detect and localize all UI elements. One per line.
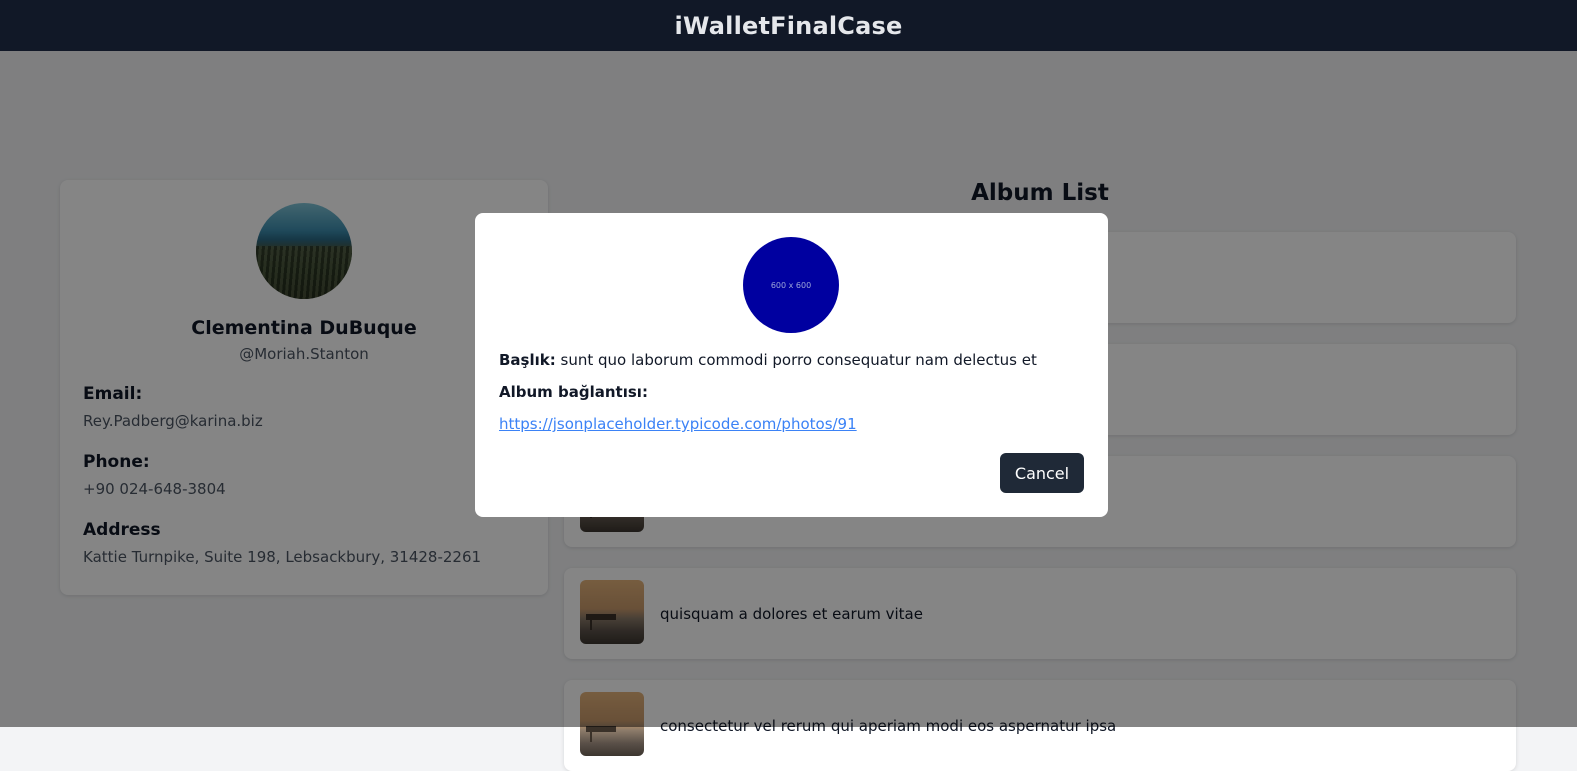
app-title: iWalletFinalCase — [674, 11, 903, 40]
cancel-button[interactable]: Cancel — [1000, 453, 1084, 493]
photo-detail-modal: 600 x 600 Başlık: sunt quo laborum commo… — [475, 213, 1108, 517]
photo-image: 600 x 600 — [743, 237, 839, 333]
photo-title-row: Başlık: sunt quo laborum commodi porro c… — [499, 351, 1037, 369]
photo-title-label: Başlık: — [499, 351, 556, 369]
top-navbar: iWalletFinalCase — [0, 0, 1577, 51]
album-link-label: Album bağlantısı: — [499, 383, 648, 401]
photo-title-value: sunt quo laborum commodi porro consequat… — [560, 351, 1037, 369]
album-link[interactable]: https://jsonplaceholder.typicode.com/pho… — [499, 415, 857, 433]
